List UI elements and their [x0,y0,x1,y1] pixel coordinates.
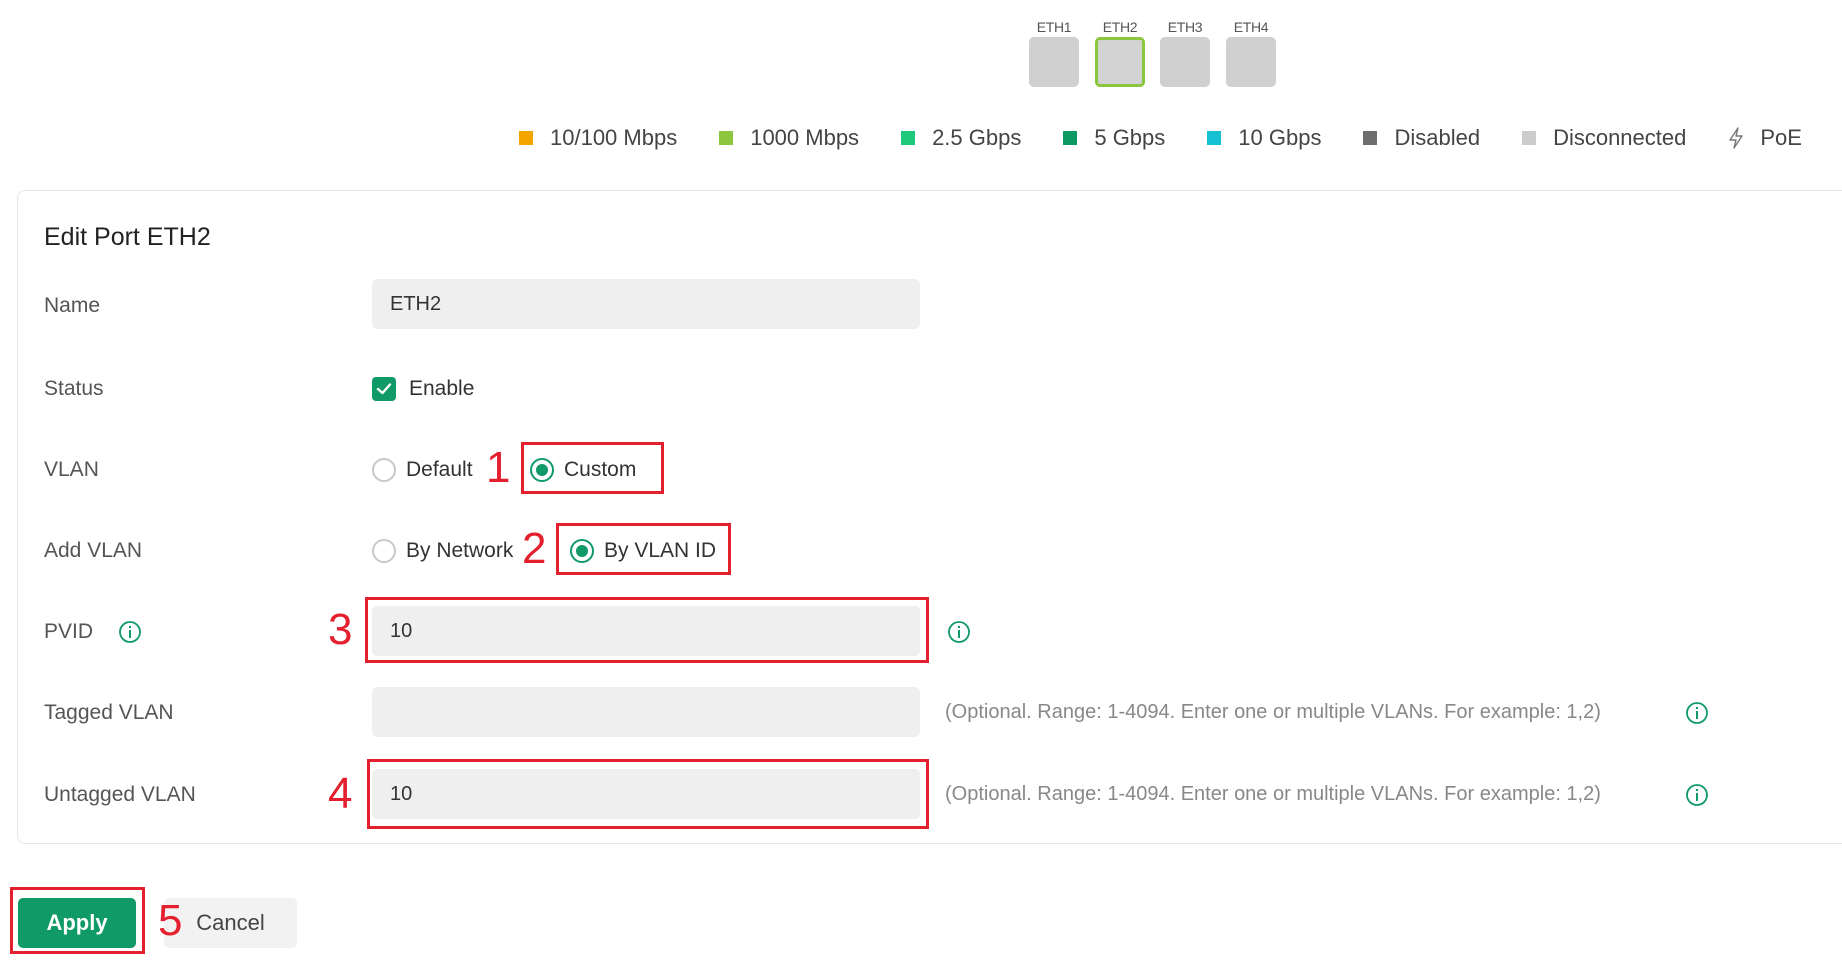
pvid-label: PVID [44,620,94,643]
swatch-icon [519,131,533,145]
port-eth4[interactable]: ETH4 [1226,19,1276,87]
swatch-icon [901,131,916,145]
annotation-number: 3 [328,605,353,654]
legend-label: PoE [1760,125,1802,150]
panel-title: Edit Port ETH2 [44,223,211,251]
port-eth1[interactable]: ETH1 [1029,19,1079,87]
legend-label: 10/100 Mbps [550,125,678,150]
edit-port-panel: Edit Port ETH2 Name Status Enable VLAN D… [17,190,1842,844]
checkmark-icon [376,383,392,395]
port-label: ETH1 [1036,19,1072,35]
vlan-default-label[interactable]: Default [406,458,473,482]
legend-label: 2.5 Gbps [932,125,1022,150]
enable-label[interactable]: Enable [409,377,474,401]
tagged-vlan-label: Tagged VLAN [44,701,174,724]
legend-item-5g: 5 Gbps [1063,125,1165,151]
swatch-icon [1363,131,1378,145]
annotation-box-by-vlan-id [556,523,731,575]
legend-label: Disabled [1394,125,1481,150]
port-icon[interactable] [1160,37,1210,87]
info-icon[interactable] [947,620,971,644]
info-icon[interactable] [1685,783,1709,807]
legend-item-1000: 1000 Mbps [719,125,859,151]
by-network-label[interactable]: By Network [406,539,513,563]
legend-item-disconnected: Disconnected [1522,125,1686,151]
untagged-vlan-label: Untagged VLAN [44,783,196,806]
annotation-number: 2 [522,524,547,573]
legend-label: Disconnected [1553,125,1687,150]
annotation-box-apply [10,887,145,954]
port-label: ETH3 [1167,19,1203,35]
swatch-icon [1063,131,1078,145]
legend-label: 1000 Mbps [750,125,860,150]
legend-label: 10 Gbps [1238,125,1322,150]
tagged-vlan-input[interactable] [372,687,920,737]
port-eth2[interactable]: ETH2 [1095,19,1145,87]
annotation-number: 5 [158,896,183,945]
annotation-number: 4 [328,769,353,818]
name-label: Name [44,294,101,317]
untagged-vlan-hint: (Optional. Range: 1-4094. Enter one or m… [945,783,1601,805]
legend-label: 5 Gbps [1094,125,1166,150]
by-network-radio[interactable] [372,539,396,563]
enable-checkbox[interactable] [372,377,396,401]
vlan-default-radio[interactable] [372,458,396,482]
status-label: Status [44,377,104,400]
lightning-icon [1729,127,1744,149]
legend-item-10g: 10 Gbps [1207,125,1321,151]
port-legend: 10/100 Mbps 1000 Mbps 2.5 Gbps 5 Gbps 10… [519,125,1802,151]
legend-item-disabled: Disabled [1363,125,1480,151]
port-label: ETH2 [1102,19,1138,35]
swatch-icon [1207,131,1222,145]
add-vlan-label: Add VLAN [44,539,143,562]
swatch-icon [1522,131,1537,145]
annotation-box-untagged-vlan [367,759,929,829]
legend-item-2-5g: 2.5 Gbps [901,125,1021,151]
annotation-box-custom [521,442,664,494]
vlan-label: VLAN [44,458,99,481]
annotation-number: 1 [486,443,511,492]
port-icon[interactable] [1095,37,1145,87]
info-icon[interactable] [1685,701,1709,725]
name-input[interactable] [372,279,920,329]
legend-item-10-100: 10/100 Mbps [519,125,677,151]
info-icon[interactable] [118,620,142,644]
port-icon[interactable] [1029,37,1079,87]
port-eth3[interactable]: ETH3 [1160,19,1210,87]
legend-item-poe: PoE [1728,125,1802,151]
port-label: ETH4 [1233,19,1269,35]
swatch-icon [719,131,734,145]
annotation-box-pvid [365,597,929,663]
port-icon[interactable] [1226,37,1276,87]
cancel-button[interactable]: Cancel [164,898,297,948]
tagged-vlan-hint: (Optional. Range: 1-4094. Enter one or m… [945,701,1601,723]
